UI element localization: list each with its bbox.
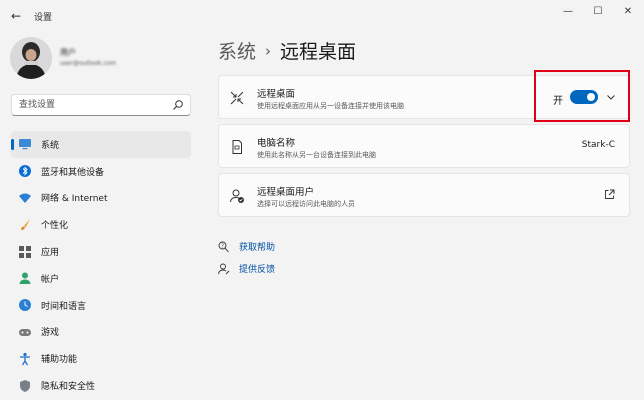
sidebar-item-label: 游戏: [41, 328, 60, 339]
accessibility-icon: [18, 352, 32, 366]
svg-text:?: ?: [221, 243, 224, 249]
search-box[interactable]: [11, 94, 191, 116]
sidebar-item-accessibility[interactable]: 辅助功能: [11, 345, 191, 372]
sidebar-item-label: 蓝牙和其他设备: [41, 167, 105, 178]
page-title: 远程桌面: [280, 41, 357, 63]
card-title: 远程桌面用户: [257, 187, 315, 198]
minimize-button[interactable]: —: [556, 4, 580, 20]
brush-icon: [18, 218, 32, 232]
sidebar-item-label: 应用: [41, 248, 60, 259]
shield-icon: [18, 379, 32, 393]
sidebar-item-apps[interactable]: 应用: [11, 238, 191, 265]
sidebar-item-label: 帐户: [41, 274, 60, 285]
sidebar-item-label: 隐私和安全性: [41, 382, 96, 393]
card-title: 远程桌面: [257, 89, 296, 100]
remote-users-card[interactable]: 远程桌面用户 选择可以远程访问此电脑的人员: [218, 173, 630, 217]
remote-desktop-toggle[interactable]: [570, 90, 598, 104]
toggle-knob: [587, 93, 595, 101]
gamepad-icon: [18, 325, 32, 339]
user-name: 用户: [60, 48, 76, 57]
users-icon: [230, 189, 244, 203]
wifi-icon: [18, 191, 32, 205]
breadcrumb: 系统 › 远程桌面: [218, 37, 356, 64]
external-link-icon: [605, 189, 615, 199]
toggle-state-label: 开: [553, 96, 563, 107]
help-link[interactable]: ? 获取帮助: [218, 240, 275, 253]
title-bar: ← 设置 — ☐ ✕: [0, 0, 644, 32]
sidebar-item-label: 网络 & Internet: [41, 194, 108, 205]
avatar[interactable]: [10, 37, 52, 79]
pc-name-card: 电脑名称 使用此名称从另一台设备连接到此电脑 Stark-C: [218, 124, 630, 168]
clock-globe-icon: [18, 298, 32, 312]
card-title: 电脑名称: [257, 138, 296, 149]
chevron-down-icon[interactable]: [606, 92, 616, 102]
sidebar-nav: 系统 蓝牙和其他设备 网络 & Internet 个性化 应用 帐户 时间和语言…: [11, 131, 191, 399]
sidebar-item-time-language[interactable]: 时间和语言: [11, 292, 191, 319]
bluetooth-icon: [18, 164, 32, 178]
breadcrumb-separator: ›: [265, 42, 272, 60]
sidebar-item-privacy[interactable]: 隐私和安全性: [11, 372, 191, 399]
close-button[interactable]: ✕: [616, 4, 640, 20]
sidebar-item-personalization[interactable]: 个性化: [11, 211, 191, 238]
sidebar-item-label: 时间和语言: [41, 301, 87, 312]
pc-name-value: Stark-C: [581, 140, 615, 150]
maximize-button[interactable]: ☐: [586, 4, 610, 20]
monitor-icon: [18, 137, 32, 151]
card-description: 使用此名称从另一台设备连接到此电脑: [257, 151, 376, 159]
feedback-link-text[interactable]: 提供反馈: [239, 262, 275, 275]
remote-desktop-icon: [230, 91, 244, 105]
card-description: 使用远程桌面应用从另一设备连接并使用该电脑: [257, 102, 404, 110]
app-title: 设置: [34, 13, 53, 23]
pc-document-icon: [232, 140, 242, 154]
sidebar-item-bluetooth[interactable]: 蓝牙和其他设备: [11, 158, 191, 185]
person-icon: [18, 271, 32, 285]
back-arrow-icon[interactable]: ←: [8, 8, 24, 24]
feedback-link[interactable]: 提供反馈: [218, 262, 275, 275]
sidebar-item-network[interactable]: 网络 & Internet: [11, 185, 191, 212]
sidebar-item-label: 系统: [41, 140, 60, 151]
sidebar-item-gaming[interactable]: 游戏: [11, 319, 191, 346]
sidebar-item-system[interactable]: 系统: [11, 131, 191, 158]
breadcrumb-parent[interactable]: 系统: [218, 41, 256, 63]
help-icon: ?: [218, 241, 229, 252]
sidebar-item-label: 辅助功能: [41, 355, 78, 366]
feedback-icon: [218, 263, 230, 274]
help-link-text[interactable]: 获取帮助: [239, 240, 275, 253]
card-description: 选择可以远程访问此电脑的人员: [257, 200, 355, 208]
search-input[interactable]: [12, 95, 162, 115]
sidebar-item-label: 个性化: [41, 221, 69, 232]
sidebar-item-accounts[interactable]: 帐户: [11, 265, 191, 292]
apps-icon: [18, 245, 32, 259]
user-email: user@outlook.com: [60, 60, 117, 67]
search-icon[interactable]: [172, 99, 184, 111]
